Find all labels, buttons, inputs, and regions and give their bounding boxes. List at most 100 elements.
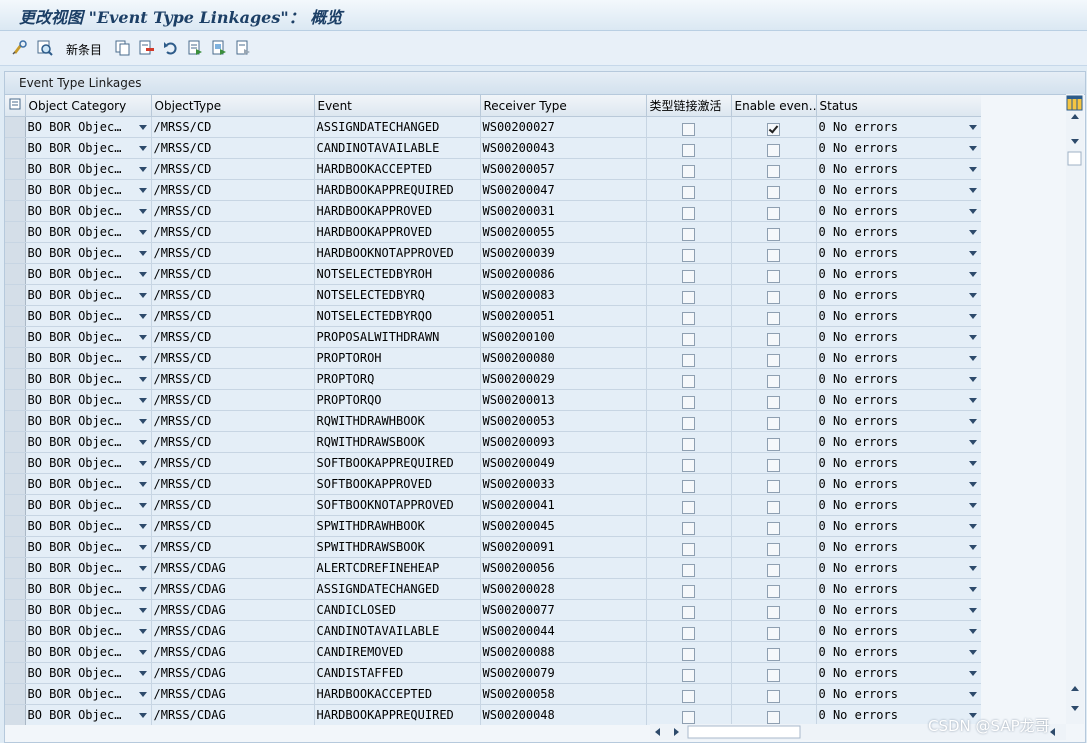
linkage-active-checkbox[interactable] — [682, 500, 695, 514]
receiver-type-cell[interactable]: WS00200013 — [480, 389, 647, 411]
column-header-status[interactable]: Status — [816, 95, 981, 117]
status-cell[interactable]: 0 No errors — [816, 410, 981, 432]
receiver-type-cell[interactable]: WS00200041 — [480, 494, 647, 516]
row-selector[interactable] — [5, 662, 26, 684]
object-type-cell[interactable]: /MRSS/CD — [151, 263, 315, 285]
object-category-cell[interactable]: BO BOR Objec… — [25, 641, 152, 663]
dropdown-arrow-icon[interactable] — [138, 503, 147, 508]
dropdown-arrow-icon[interactable] — [138, 608, 147, 613]
event-cell[interactable]: SPWITHDRAWSBOOK — [314, 536, 481, 558]
table-row[interactable]: BO BOR Objec… /MRSS/CD CANDINOTAVAILABLE WS… — [5, 137, 981, 159]
event-cell[interactable]: PROPTORQO — [314, 389, 481, 411]
scroll-down-icon[interactable] — [1071, 139, 1079, 144]
receiver-type-cell[interactable]: WS00200047 — [480, 179, 647, 201]
object-category-cell[interactable]: BO BOR Objec… — [25, 389, 152, 411]
table-row[interactable]: BO BOR Objec… /MRSS/CD HARDBOOKAPPROVED WS0… — [5, 221, 981, 243]
dropdown-arrow-icon[interactable] — [968, 125, 977, 130]
scroll-down-bottom-icon[interactable] — [1071, 706, 1079, 711]
linkage-active-checkbox[interactable] — [682, 563, 695, 577]
object-type-cell[interactable]: /MRSS/CDAG — [151, 599, 315, 621]
object-type-cell[interactable]: /MRSS/CD — [151, 137, 315, 159]
receiver-type-cell[interactable]: WS00200079 — [480, 662, 647, 684]
table-row[interactable]: BO BOR Objec… /MRSS/CD RQWITHDRAWHBOOK WS00… — [5, 410, 981, 432]
enable-event-queue-checkbox[interactable] — [767, 332, 780, 346]
dropdown-arrow-icon[interactable] — [138, 125, 147, 130]
scroll-right-icon[interactable] — [674, 728, 679, 736]
linkage-active-checkbox[interactable] — [682, 710, 695, 724]
column-header-enable-event-queue[interactable]: Enable even… — [731, 95, 817, 117]
status-cell[interactable]: 0 No errors — [816, 641, 981, 663]
linkage-active-checkbox[interactable] — [682, 437, 695, 451]
row-selector[interactable] — [5, 431, 26, 453]
dropdown-arrow-icon[interactable] — [968, 566, 977, 571]
status-cell[interactable]: 0 No errors — [816, 389, 981, 411]
linkage-active-checkbox[interactable] — [682, 206, 695, 220]
event-cell[interactable]: NOTSELECTEDBYRQO — [314, 305, 481, 327]
object-category-cell[interactable]: BO BOR Objec… — [25, 116, 152, 138]
row-selector[interactable] — [5, 599, 26, 621]
object-category-cell[interactable]: BO BOR Objec… — [25, 221, 152, 243]
receiver-type-cell[interactable]: WS00200039 — [480, 242, 647, 264]
status-cell[interactable]: 0 No errors — [816, 599, 981, 621]
dropdown-arrow-icon[interactable] — [138, 524, 147, 529]
linkage-active-checkbox[interactable] — [682, 143, 695, 157]
horizontal-scroll-thumb[interactable] — [687, 725, 801, 739]
object-type-cell[interactable]: /MRSS/CD — [151, 452, 315, 474]
table-row[interactable]: BO BOR Objec… /MRSS/CD HARDBOOKACCEPTED WS0… — [5, 158, 981, 180]
dropdown-arrow-icon[interactable] — [138, 272, 147, 277]
object-type-cell[interactable]: /MRSS/CD — [151, 242, 315, 264]
status-cell[interactable]: 0 No errors — [816, 263, 981, 285]
status-cell[interactable]: 0 No errors — [816, 242, 981, 264]
event-cell[interactable]: CANDICLOSED — [314, 599, 481, 621]
dropdown-arrow-icon[interactable] — [138, 293, 147, 298]
event-cell[interactable]: PROPTORQ — [314, 368, 481, 390]
event-cell[interactable]: SOFTBOOKNOTAPPROVED — [314, 494, 481, 516]
dropdown-arrow-icon[interactable] — [968, 188, 977, 193]
linkage-active-checkbox[interactable] — [682, 521, 695, 535]
status-cell[interactable]: 0 No errors — [816, 578, 981, 600]
object-category-cell[interactable]: BO BOR Objec… — [25, 494, 152, 516]
object-category-cell[interactable]: BO BOR Objec… — [25, 620, 152, 642]
object-category-cell[interactable]: BO BOR Objec… — [25, 284, 152, 306]
enable-event-queue-checkbox[interactable] — [767, 689, 780, 703]
row-selector[interactable] — [5, 410, 26, 432]
dropdown-arrow-icon[interactable] — [968, 629, 977, 634]
table-row[interactable]: BO BOR Objec… /MRSS/CD SOFTBOOKAPPREQUIRED… — [5, 452, 981, 474]
linkage-active-checkbox[interactable] — [682, 584, 695, 598]
receiver-type-cell[interactable]: WS00200028 — [480, 578, 647, 600]
object-type-cell[interactable]: /MRSS/CD — [151, 347, 315, 369]
enable-event-queue-checkbox[interactable] — [767, 311, 780, 325]
display-change-icon[interactable] — [11, 39, 29, 57]
object-category-cell[interactable]: BO BOR Objec… — [25, 662, 152, 684]
select-block-icon[interactable] — [210, 39, 228, 57]
event-cell[interactable]: NOTSELECTEDBYROH — [314, 263, 481, 285]
status-cell[interactable]: 0 No errors — [816, 305, 981, 327]
linkage-active-checkbox[interactable] — [682, 269, 695, 283]
row-selector[interactable] — [5, 389, 26, 411]
dropdown-arrow-icon[interactable] — [138, 713, 147, 718]
object-type-cell[interactable]: /MRSS/CD — [151, 389, 315, 411]
object-type-cell[interactable]: /MRSS/CD — [151, 200, 315, 222]
table-row[interactable]: BO BOR Objec… /MRSS/CDAG CANDIREMOVED WS002… — [5, 641, 981, 663]
copy-icon[interactable] — [114, 39, 132, 57]
linkage-active-checkbox[interactable] — [682, 311, 695, 325]
enable-event-queue-checkbox[interactable] — [767, 395, 780, 409]
dropdown-arrow-icon[interactable] — [968, 461, 977, 466]
receiver-type-cell[interactable]: WS00200049 — [480, 452, 647, 474]
deselect-all-icon[interactable] — [234, 39, 252, 57]
event-cell[interactable]: RQWITHDRAWSBOOK — [314, 431, 481, 453]
linkage-active-checkbox[interactable] — [682, 542, 695, 556]
dropdown-arrow-icon[interactable] — [968, 524, 977, 529]
receiver-type-cell[interactable]: WS00200027 — [480, 116, 647, 138]
dropdown-arrow-icon[interactable] — [138, 146, 147, 151]
table-row[interactable]: BO BOR Objec… /MRSS/CDAG ASSIGNDATECHANGED… — [5, 578, 981, 600]
dropdown-arrow-icon[interactable] — [138, 440, 147, 445]
row-selector[interactable] — [5, 557, 26, 579]
enable-event-queue-checkbox[interactable] — [767, 458, 780, 472]
table-row[interactable]: BO BOR Objec… /MRSS/CDAG HARDBOOKAPPREQUIR… — [5, 704, 981, 725]
dropdown-arrow-icon[interactable] — [968, 251, 977, 256]
receiver-type-cell[interactable]: WS00200051 — [480, 305, 647, 327]
status-cell[interactable]: 0 No errors — [816, 557, 981, 579]
dropdown-arrow-icon[interactable] — [968, 608, 977, 613]
receiver-type-cell[interactable]: WS00200077 — [480, 599, 647, 621]
